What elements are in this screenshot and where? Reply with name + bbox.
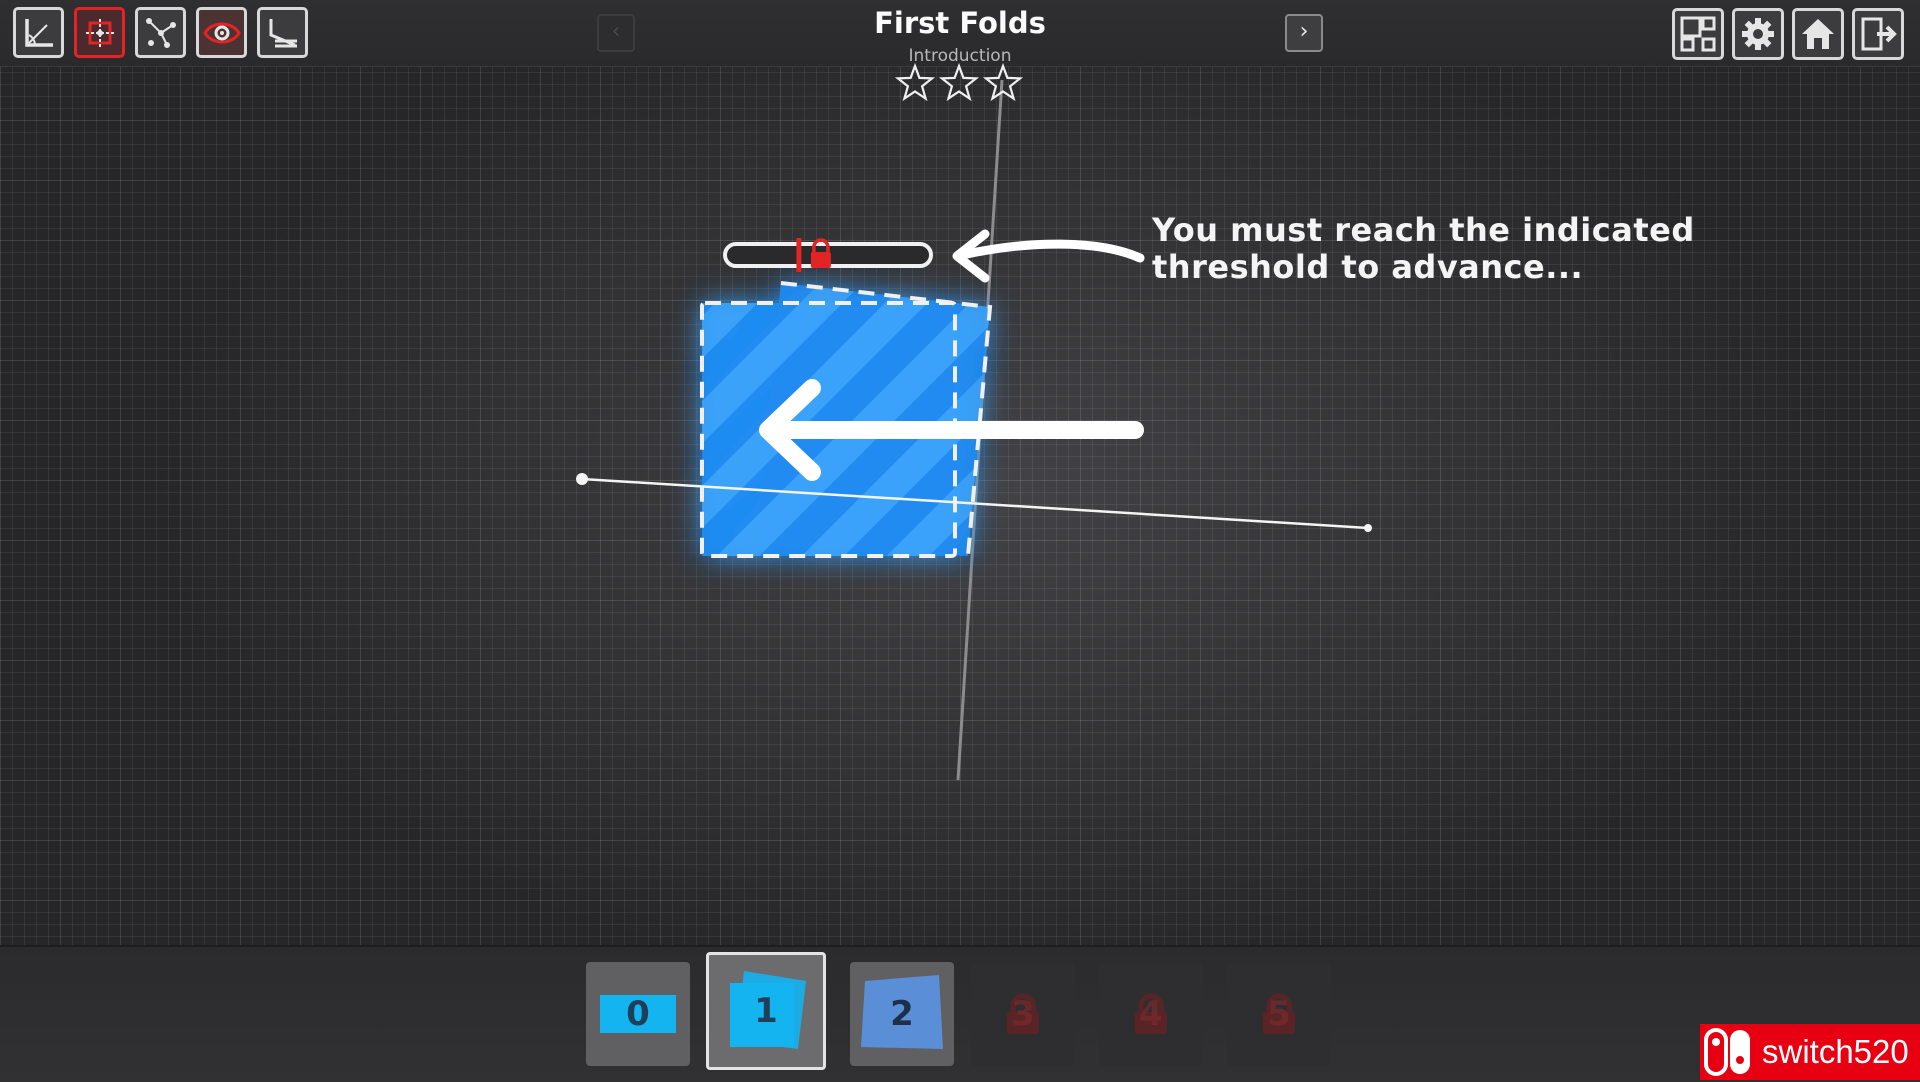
fold-tool-button[interactable] — [74, 7, 125, 58]
step-3-button: 3 — [971, 962, 1075, 1066]
hint-line-2: threshold to advance... — [1152, 248, 1584, 286]
unfold-tool-button[interactable] — [257, 7, 308, 58]
threshold-marker — [796, 238, 802, 272]
watermark-badge: switch520 — [1700, 1024, 1920, 1080]
step-1-label: 1 — [754, 991, 778, 1031]
hint-arrow — [952, 229, 1145, 283]
step-2-label: 2 — [890, 994, 914, 1034]
unfold-tool-icon — [269, 18, 297, 47]
star-rating — [895, 62, 1024, 102]
star-icon — [895, 62, 936, 102]
exit-icon — [1861, 17, 1897, 51]
paper-sheet[interactable] — [702, 283, 990, 556]
step-bar — [0, 945, 1920, 1082]
previous-level-button[interactable]: ‹ — [597, 14, 635, 52]
fold-progress-bar — [723, 238, 933, 272]
level-title: First Folds — [874, 6, 1046, 40]
next-level-button[interactable]: › — [1285, 14, 1323, 52]
hint-line-1: You must reach the indicated — [1152, 211, 1695, 249]
reset-view-icon — [24, 18, 53, 47]
crease-start-handle[interactable] — [576, 473, 588, 485]
hint-text: You must reach the indicated threshold t… — [1152, 212, 1712, 286]
view-toggle-button[interactable] — [196, 7, 247, 58]
node-tool-button[interactable] — [135, 7, 186, 58]
settings-icon — [1742, 18, 1774, 50]
step-4-label: 4 — [1139, 994, 1163, 1034]
home-icon — [1802, 19, 1834, 49]
level-select-button[interactable] — [1672, 8, 1724, 60]
level-select-icon — [1680, 16, 1716, 52]
step-0-button[interactable]: 0 — [586, 962, 690, 1066]
fold-tool-icon — [85, 18, 114, 47]
star-icon — [982, 62, 1024, 102]
exit-button[interactable] — [1852, 8, 1904, 60]
eye-icon — [202, 22, 241, 43]
reset-view-button[interactable] — [13, 7, 64, 58]
node-tool-icon — [145, 17, 176, 48]
switch-logo-icon — [1704, 1028, 1750, 1076]
step-3-label: 3 — [1011, 994, 1035, 1034]
step-0-label: 0 — [626, 994, 650, 1034]
home-button[interactable] — [1792, 8, 1844, 60]
step-1-button[interactable]: 1 — [706, 952, 826, 1070]
settings-button[interactable] — [1732, 8, 1784, 60]
step-5-button: 5 — [1227, 962, 1331, 1066]
watermark-text: switch520 — [1762, 1033, 1909, 1070]
crease-end-handle[interactable] — [1364, 524, 1372, 532]
step-2-button[interactable]: 2 — [850, 962, 954, 1066]
step-5-label: 5 — [1267, 994, 1291, 1034]
star-icon — [938, 62, 980, 102]
step-4-button: 4 — [1099, 962, 1203, 1066]
fold-scene[interactable] — [0, 0, 1920, 945]
